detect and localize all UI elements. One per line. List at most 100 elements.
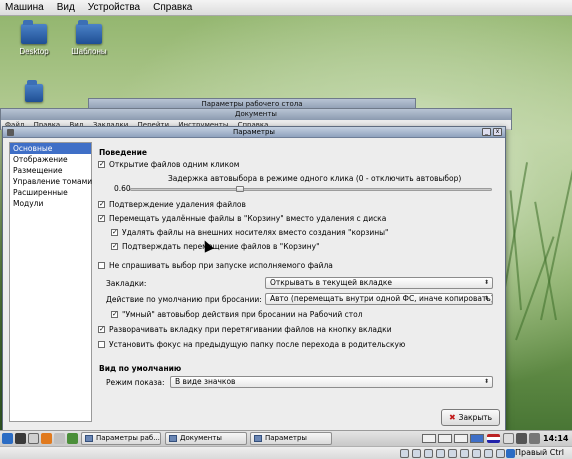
- file-icon: [25, 80, 43, 102]
- clipboard-icon[interactable]: [503, 433, 514, 444]
- firefox-icon[interactable]: [41, 433, 52, 444]
- display-icon[interactable]: [472, 449, 481, 458]
- close-button[interactable]: ✖ Закрыть: [441, 409, 500, 426]
- window-icon: [254, 435, 262, 442]
- autoselect-delay-slider[interactable]: [130, 188, 492, 191]
- drop-action-combo[interactable]: Авто (перемещать внутри одной ФС, иначе …: [265, 293, 493, 305]
- option-confirm-delete[interactable]: Подтверждение удаления файлов: [98, 200, 246, 209]
- host-menu-bar: Машина Вид Устройства Справка: [0, 0, 572, 16]
- workspace-3[interactable]: [454, 434, 468, 443]
- option-unfold-tab[interactable]: Разворачивать вкладку при перетягивании …: [98, 325, 392, 334]
- window-title: Документы: [1, 109, 511, 120]
- checkbox[interactable]: [98, 214, 105, 222]
- checkbox-label: "Умный" автовыбор действия при бросании …: [122, 310, 363, 319]
- section-title-behavior: Поведение: [99, 148, 147, 157]
- sidebar-item-general[interactable]: Основные: [10, 143, 91, 154]
- audio-icon[interactable]: [424, 449, 433, 458]
- chevron-updown-icon: ⬍: [483, 295, 489, 302]
- option-smart-drop[interactable]: "Умный" автовыбор действия при бросании …: [111, 310, 363, 319]
- app-launcher-icon[interactable]: [67, 433, 78, 444]
- menu-machine[interactable]: Машина: [5, 2, 44, 13]
- dialog-title-bar[interactable]: Параметры _ x: [3, 127, 505, 138]
- workspace-2[interactable]: [438, 434, 452, 443]
- drop-action-label: Действие по умолчанию при бросании:: [106, 295, 262, 304]
- checkbox-label: Не спрашивать выбор при запуске исполняе…: [109, 261, 333, 270]
- network-icon[interactable]: [516, 433, 527, 444]
- workspace-4[interactable]: [470, 434, 484, 443]
- checkbox[interactable]: [98, 200, 105, 208]
- folder-icon: [169, 435, 177, 442]
- menu-help[interactable]: Справка: [153, 2, 192, 13]
- task-preferences[interactable]: Параметры: [250, 432, 332, 445]
- menu-view[interactable]: Вид: [57, 2, 75, 13]
- host-key-label: Правый Ctrl: [515, 448, 565, 457]
- sidebar-item-layout[interactable]: Размещение: [10, 165, 91, 176]
- checkbox[interactable]: [111, 228, 118, 236]
- checkbox-label: Разворачивать вкладку при перетягивании …: [109, 325, 392, 334]
- checkbox[interactable]: [111, 242, 118, 250]
- file-manager-icon[interactable]: [28, 433, 39, 444]
- slider-handle[interactable]: [236, 186, 245, 192]
- grass-blade: [540, 153, 572, 321]
- keyboard-layout-flag-icon[interactable]: [487, 434, 500, 443]
- combo-value: Авто (перемещать внутри одной ФС, иначе …: [270, 294, 493, 303]
- chevron-updown-icon: ⬍: [483, 279, 489, 286]
- desktop-icon-trash[interactable]: [9, 80, 59, 105]
- terminal-icon[interactable]: [15, 433, 26, 444]
- workspace-1[interactable]: [422, 434, 436, 443]
- option-single-click[interactable]: Открытие файлов одним кликом: [98, 160, 239, 169]
- desktop-icon-desktop[interactable]: Desktop: [9, 20, 59, 56]
- vm-status-bar: Правый Ctrl: [0, 446, 572, 459]
- view-mode-label: Режим показа:: [106, 378, 165, 387]
- sidebar-item-advanced[interactable]: Расширенные: [10, 187, 91, 198]
- close-icon[interactable]: x: [493, 128, 502, 136]
- desktop-icon-templates[interactable]: Шаблоны: [64, 20, 114, 56]
- desktop-icon-label: Desktop: [19, 47, 49, 56]
- recording-icon[interactable]: [484, 449, 493, 458]
- sidebar-item-display[interactable]: Отображение: [10, 154, 91, 165]
- shared-folder-icon[interactable]: [460, 449, 469, 458]
- text-editor-icon[interactable]: [54, 433, 65, 444]
- checkbox[interactable]: [98, 341, 105, 348]
- window-menu-icon[interactable]: [7, 129, 14, 136]
- folder-icon: [21, 20, 47, 44]
- task-desktop-settings[interactable]: Параметры раб...: [81, 432, 161, 445]
- preferences-content: Поведение Открытие файлов одним кликом З…: [98, 142, 500, 427]
- checkbox-label: Перемещать удалённые файлы в "Корзину" в…: [109, 214, 387, 223]
- option-move-to-trash[interactable]: Перемещать удалённые файлы в "Корзину" в…: [98, 214, 386, 223]
- checkbox-label: Установить фокус на предыдущую папку пос…: [109, 340, 406, 349]
- menu-devices[interactable]: Устройства: [88, 2, 140, 13]
- bookmarks-combo[interactable]: Открывать в текущей вкладке ⬍: [265, 277, 493, 289]
- option-confirm-trash[interactable]: Подтверждать перемещение файлов в "Корзи…: [111, 242, 320, 251]
- sidebar-item-volumes[interactable]: Управление томами: [10, 176, 92, 187]
- checkbox-label: Открытие файлов одним кликом: [109, 160, 240, 169]
- start-menu-icon[interactable]: [2, 433, 13, 444]
- network-adapter-icon[interactable]: [436, 449, 445, 458]
- preferences-sidebar: Основные Отображение Размещение Управлен…: [9, 142, 92, 422]
- checkbox[interactable]: [98, 262, 105, 269]
- mouse-integration-icon[interactable]: [506, 449, 515, 458]
- sidebar-item-modules[interactable]: Модули: [10, 198, 91, 209]
- hard-disk-icon[interactable]: [400, 449, 409, 458]
- checkbox[interactable]: [98, 325, 105, 333]
- dialog-title: Параметры: [233, 128, 275, 136]
- task-documents[interactable]: Документы: [165, 432, 247, 445]
- usb-icon[interactable]: [448, 449, 457, 458]
- close-button-label: Закрыть: [458, 413, 493, 422]
- chevron-updown-icon: ⬍: [483, 378, 489, 385]
- checkbox[interactable]: [98, 160, 105, 168]
- view-mode-combo[interactable]: В виде значков ⬍: [170, 376, 493, 388]
- option-delete-external[interactable]: Удалять файлы на внешних носителях вмест…: [111, 228, 388, 237]
- checkbox-label: Удалять файлы на внешних носителях вмест…: [122, 228, 389, 237]
- taskbar: Параметры раб... Документы Параметры 14:…: [0, 430, 572, 446]
- cpu-icon[interactable]: [496, 449, 505, 458]
- volume-icon[interactable]: [529, 433, 540, 444]
- clock[interactable]: 14:14: [543, 432, 568, 446]
- bookmarks-label: Закладки:: [106, 279, 147, 288]
- option-focus-parent[interactable]: Установить фокус на предыдущую папку пос…: [98, 340, 405, 349]
- minimize-icon[interactable]: _: [482, 128, 491, 136]
- optical-drive-icon[interactable]: [412, 449, 421, 458]
- combo-value: Открывать в текущей вкладке: [270, 278, 393, 287]
- option-no-exec-prompt[interactable]: Не спрашивать выбор при запуске исполняе…: [98, 261, 333, 270]
- checkbox[interactable]: [111, 310, 118, 318]
